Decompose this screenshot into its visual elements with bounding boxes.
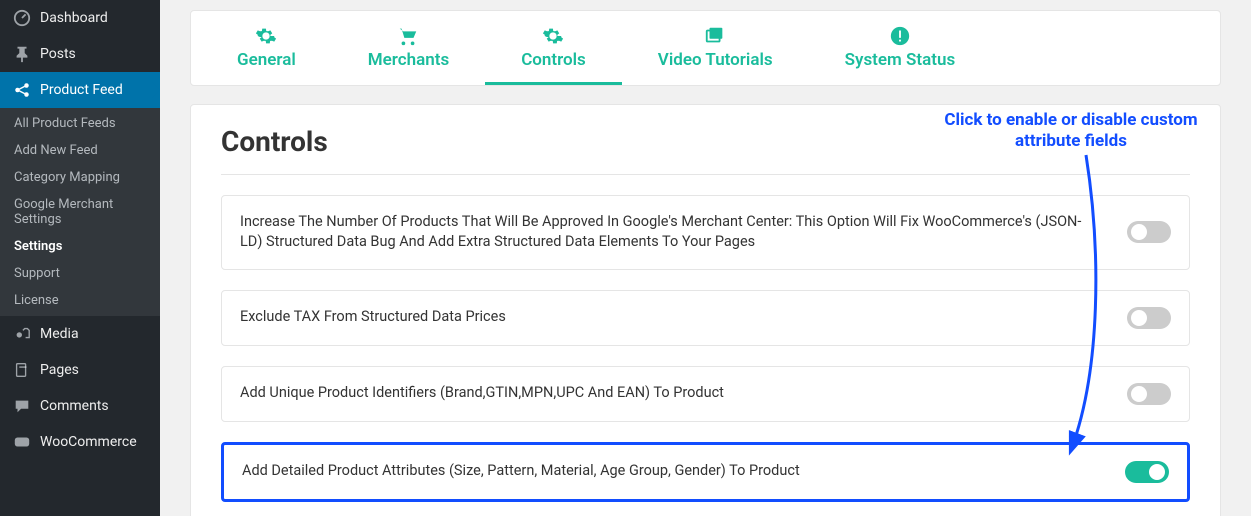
tab-label: Controls [521, 50, 586, 70]
sub-item-category-mapping[interactable]: Category Mapping [0, 164, 160, 191]
page-title: Controls [221, 125, 1190, 175]
dashboard-icon [12, 8, 32, 28]
control-text: Add Unique Product Identifiers (Brand,GT… [240, 383, 1127, 403]
sidebar-label: Product Feed [40, 82, 123, 98]
control-row-structured-data: Increase The Number Of Products That Wil… [221, 195, 1190, 270]
control-row-detailed-attributes: Add Detailed Product Attributes (Size, P… [221, 442, 1190, 502]
sidebar-item-dashboard[interactable]: Dashboard [0, 0, 160, 36]
alert-icon [889, 25, 911, 47]
sidebar-item-comments[interactable]: Comments [0, 388, 160, 424]
sidebar-label: Media [40, 326, 79, 342]
sidebar-item-woocommerce[interactable]: WooCommerce [0, 424, 160, 460]
tab-general[interactable]: General [201, 21, 332, 85]
sidebar-label: WooCommerce [40, 434, 137, 450]
sidebar-label: Pages [40, 362, 79, 378]
tab-label: General [237, 50, 296, 70]
sub-item-google-merchant[interactable]: Google Merchant Settings [0, 191, 160, 233]
media-icon [12, 324, 32, 344]
sidebar-submenu: All Product Feeds Add New Feed Category … [0, 108, 160, 316]
toggle-structured-data[interactable] [1127, 221, 1171, 243]
sub-item-add-new[interactable]: Add New Feed [0, 137, 160, 164]
cart-icon [397, 25, 419, 47]
tab-video-tutorials[interactable]: Video Tutorials [622, 21, 809, 85]
gear-icon [255, 25, 277, 47]
controls-card: Controls Increase The Number Of Products… [190, 104, 1221, 516]
share-icon [12, 80, 32, 100]
tab-label: Merchants [368, 50, 449, 70]
sidebar-item-posts[interactable]: Posts [0, 36, 160, 72]
sub-item-settings[interactable]: Settings [0, 233, 160, 260]
control-text: Increase The Number Of Products That Wil… [240, 212, 1127, 253]
sidebar-item-pages[interactable]: Pages [0, 352, 160, 388]
control-text: Exclude TAX From Structured Data Prices [240, 307, 1127, 327]
page-icon [12, 360, 32, 380]
sidebar-label: Posts [40, 46, 76, 62]
toggle-detailed-attributes[interactable] [1125, 461, 1169, 483]
sub-item-support[interactable]: Support [0, 260, 160, 287]
woocommerce-icon [12, 432, 32, 452]
sidebar-item-media[interactable]: Media [0, 316, 160, 352]
tab-label: System Status [845, 50, 956, 70]
tab-merchants[interactable]: Merchants [332, 21, 485, 85]
control-text: Add Detailed Product Attributes (Size, P… [242, 461, 1125, 481]
tab-controls[interactable]: Controls [485, 21, 622, 85]
settings-tabs: General Merchants Controls Video Tutoria… [190, 10, 1221, 86]
sidebar-label: Dashboard [40, 10, 108, 26]
gear-icon [542, 25, 564, 47]
toggle-unique-identifiers[interactable] [1127, 383, 1171, 405]
admin-sidebar: Dashboard Posts Product Feed All Product… [0, 0, 160, 516]
main-content: Click to enable or disable custom attrib… [160, 0, 1251, 516]
sub-item-all-feeds[interactable]: All Product Feeds [0, 110, 160, 137]
sidebar-label: Comments [40, 398, 109, 414]
tab-system-status[interactable]: System Status [809, 21, 992, 85]
sub-item-license[interactable]: License [0, 287, 160, 314]
comment-icon [12, 396, 32, 416]
sidebar-item-product-feed[interactable]: Product Feed [0, 72, 160, 108]
control-row-exclude-tax: Exclude TAX From Structured Data Prices [221, 290, 1190, 346]
tab-label: Video Tutorials [658, 50, 773, 70]
control-row-unique-identifiers: Add Unique Product Identifiers (Brand,GT… [221, 366, 1190, 422]
toggle-exclude-tax[interactable] [1127, 307, 1171, 329]
pin-icon [12, 44, 32, 64]
image-icon [704, 25, 726, 47]
